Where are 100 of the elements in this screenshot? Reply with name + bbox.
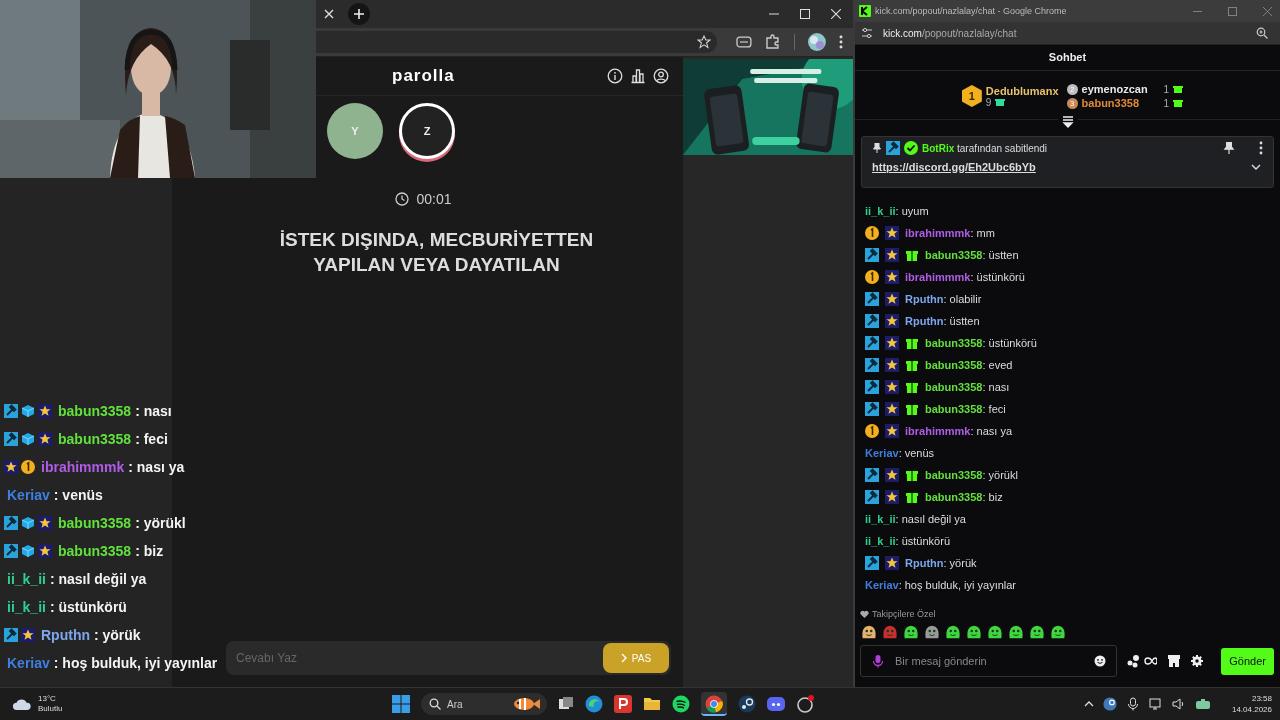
send-button[interactable]: Gönder (1221, 647, 1274, 675)
coin-badge-icon (865, 270, 879, 284)
clock-time[interactable]: 23:58 (1251, 693, 1272, 704)
answer-input[interactable]: Cevabı Yaz (234, 650, 603, 667)
username[interactable]: ii_k_ii (865, 513, 896, 525)
pinned-link[interactable]: https://discord.gg/Eh2Ubc6bYb (872, 161, 1036, 173)
message-input[interactable]: Bir mesaj gönderin (893, 654, 1086, 669)
info-icon[interactable] (607, 68, 623, 84)
more-icon[interactable] (1259, 141, 1263, 155)
start-icon[interactable] (392, 695, 410, 713)
pin-icon[interactable] (1223, 142, 1235, 154)
gift-count: 9 (985, 96, 992, 108)
gift-badge-icon (905, 248, 919, 262)
message-text: : eved (982, 359, 1013, 371)
chat-app-icon[interactable] (767, 695, 785, 713)
chevron-right-icon (620, 653, 627, 664)
settings-icon[interactable] (1191, 655, 1203, 668)
app-icon[interactable] (796, 695, 814, 713)
cube-badge-icon (21, 544, 35, 558)
username: babun3358 (58, 403, 132, 419)
star-badge-icon (38, 544, 52, 558)
username[interactable]: ii_k_ii (865, 205, 896, 217)
moderator-badge-icon (4, 516, 18, 530)
gift-icon (1173, 84, 1184, 94)
message-text: : nasıl değil ya (49, 571, 147, 587)
moderator-badge-icon (865, 314, 879, 328)
task-view-icon[interactable] (558, 696, 574, 712)
gift-count: 1 (1163, 97, 1170, 109)
clock-date[interactable]: 14.04.2026 (1231, 704, 1272, 715)
stats-icon[interactable] (630, 68, 646, 84)
url-text[interactable]: kick.com/popout/nazlalay/chat (883, 27, 1017, 39)
leader-name: eymenozcan (1081, 83, 1149, 95)
battery-icon[interactable] (1194, 696, 1211, 712)
moderator-badge-icon (865, 490, 879, 504)
moderator-badge-icon (886, 141, 900, 155)
chat-heading: Sohbet (855, 45, 1280, 71)
gift-badge-icon (905, 380, 919, 394)
pinned-by-text: BotRix tarafından sabitlendi (922, 142, 1048, 154)
star-badge-icon (885, 556, 899, 570)
username[interactable]: Keriav (865, 447, 899, 459)
gift-icon (1173, 98, 1184, 108)
volume-icon[interactable] (1171, 697, 1186, 711)
caret-icon[interactable] (1083, 699, 1094, 709)
question-text: YAPILAN VEYA DAYATILAN (313, 253, 560, 277)
app-icon[interactable] (614, 695, 632, 713)
site-title[interactable]: parolla (392, 66, 455, 86)
username: ibrahimmmk (41, 459, 125, 475)
message-field[interactable]: Bir mesaj gönderin (860, 645, 1117, 678)
clock-icon (395, 192, 410, 206)
browser-icon[interactable] (585, 695, 603, 713)
points-icon[interactable] (1127, 654, 1157, 669)
emoji-icon[interactable] (1094, 655, 1106, 668)
gift-badge-icon (905, 490, 919, 504)
emote-section-label: Takipçilere Özel (872, 609, 936, 620)
message-text: : üstten (943, 315, 980, 327)
chevron-down-icon[interactable] (1251, 162, 1261, 172)
moderator-badge-icon (865, 358, 879, 372)
star-badge-icon (885, 336, 899, 350)
moderator-badge-icon (865, 380, 879, 394)
username: babun3358 (58, 543, 132, 559)
star-badge-icon (885, 226, 899, 240)
cloud-icon[interactable] (12, 697, 32, 711)
username: Rputhn (41, 627, 90, 643)
username[interactable]: Keriav (865, 579, 899, 591)
gift-badge-icon (905, 358, 919, 372)
network-icon[interactable] (1148, 697, 1163, 711)
star-badge-icon (21, 628, 35, 642)
username[interactable]: ii_k_ii (865, 535, 896, 547)
gift-badge-icon (905, 468, 919, 482)
extension-icon[interactable] (736, 34, 753, 50)
taskbar-search[interactable]: Ara (421, 693, 547, 715)
message-text: : olabilir (943, 293, 982, 305)
microphone-icon[interactable] (1125, 697, 1140, 711)
store-icon[interactable] (1167, 654, 1181, 669)
profile-avatar[interactable] (808, 33, 826, 51)
message-text: : nası ya (970, 425, 1012, 437)
folder-icon[interactable] (643, 695, 661, 713)
message-text: : mm (970, 227, 995, 239)
message-text: : üstünkörü (970, 271, 1025, 283)
music-icon[interactable] (672, 695, 690, 713)
moderator-badge-icon (4, 432, 18, 446)
star-badge-icon (885, 248, 899, 262)
message-text: : venüs (898, 447, 935, 459)
zoom-icon[interactable] (1256, 27, 1268, 39)
new-tab-button[interactable] (348, 3, 370, 25)
cube-badge-icon (21, 516, 35, 530)
star-badge-icon (885, 424, 899, 438)
puzzle-icon[interactable] (765, 34, 782, 50)
site-settings-icon[interactable] (861, 27, 873, 39)
leader-name: Dedublumanx (985, 84, 1059, 97)
profile-icon[interactable] (653, 68, 669, 84)
temperature-text: 13°C (38, 694, 57, 704)
fish-icon (511, 696, 541, 712)
star-badge-icon (885, 380, 899, 394)
star-badge-icon (885, 270, 899, 284)
username: Keriav (7, 655, 50, 671)
message-text: : üstünkörü (895, 535, 950, 547)
menu-icon[interactable] (839, 35, 843, 49)
search-icon (429, 698, 441, 710)
star-icon[interactable] (697, 35, 712, 49)
